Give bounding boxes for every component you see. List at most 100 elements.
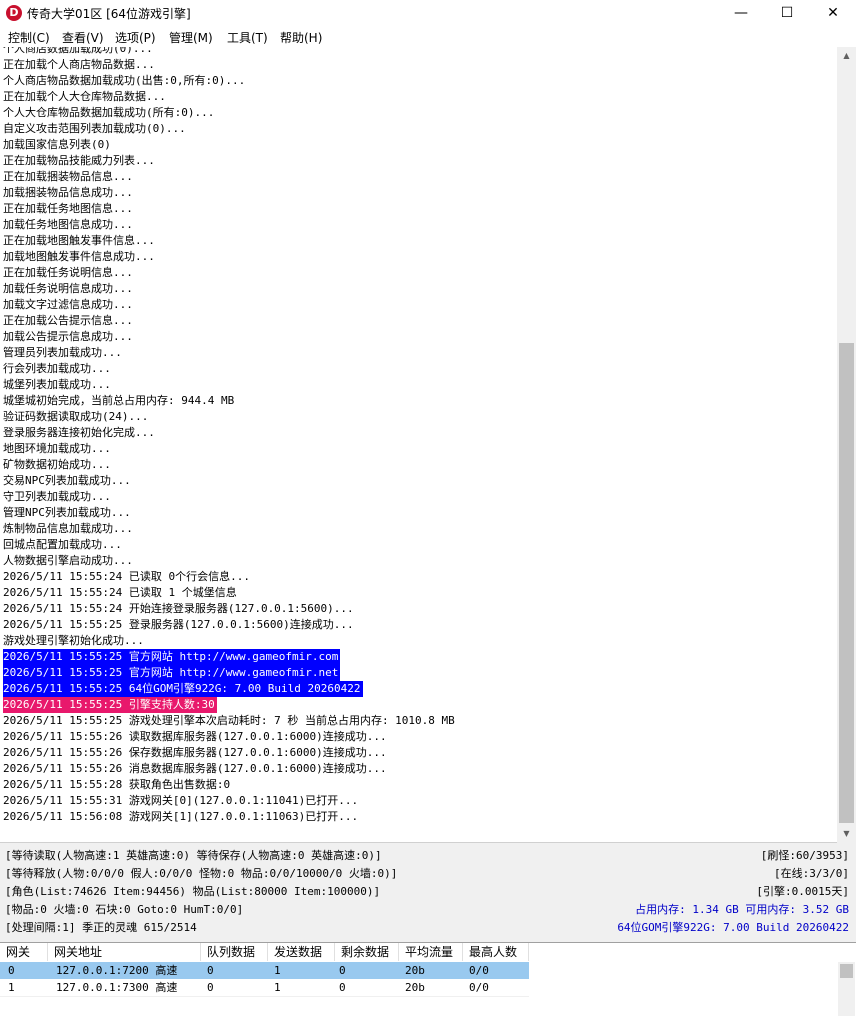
cell-address: 127.0.0.1:7300 高速 [56, 981, 178, 994]
log-line: 加载捆装物品信息成功... [3, 186, 133, 199]
status-panel: [等待读取(人物高速:1 英雄高速:0) 等待保存(人物高速:0 英雄高速:0)… [0, 845, 856, 940]
cell-queue: 0 [207, 964, 214, 977]
log-line: 管理NPC列表加载成功... [3, 506, 131, 519]
log-line: 地图环境加载成功... [3, 442, 111, 455]
log-line: 登录服务器连接初始化完成... [3, 426, 155, 439]
scroll-thumb[interactable] [839, 343, 854, 823]
window-title: 传奇大学01区 [64位游戏引擎] [27, 7, 191, 21]
menu-options[interactable]: 选项(P) [115, 29, 156, 46]
log-line: 2026/5/11 15:55:24 已读取 0个行会信息... [3, 570, 250, 583]
cell-gateway: 1 [8, 981, 15, 994]
log-line: 验证码数据读取成功(24)... [3, 410, 149, 423]
log-line: 自定义攻击范围列表加载成功(0)... [3, 122, 186, 135]
col-max-users[interactable]: 最高人数 [463, 943, 529, 961]
log-line: 2026/5/11 15:55:28 获取角色出售数据:0 [3, 778, 231, 791]
status-interval: [处理间隔:1] 季正的灵魂 615/2514 [5, 921, 197, 934]
menu-manage[interactable]: 管理(M) [169, 29, 213, 46]
log-line: 2026/5/11 15:55:26 消息数据库服务器(127.0.0.1:60… [3, 762, 387, 775]
menu-view[interactable]: 查看(V) [62, 29, 104, 46]
maximize-button[interactable]: ☐ [764, 0, 810, 27]
log-line: 2026/5/11 15:55:25 官方网站 http://www.gameo… [3, 649, 341, 665]
log-line: 正在加载公告提示信息... [3, 314, 133, 327]
log-line: 2026/5/11 15:55:26 保存数据库服务器(127.0.0.1:60… [3, 746, 387, 759]
gateway-table: 网关 网关地址 队列数据 发送数据 剩余数据 平均流量 最高人数 0 127.0… [0, 942, 856, 1018]
log-line: 2026/5/11 15:55:24 已读取 1 个城堡信息 [3, 586, 237, 599]
log-line: 加载地图触发事件信息成功... [3, 250, 155, 263]
log-line: 人物数据引擎启动成功... [3, 554, 133, 567]
col-avg-traffic[interactable]: 平均流量 [399, 943, 463, 961]
cell-remaining: 0 [339, 981, 346, 994]
cell-remaining: 0 [339, 964, 346, 977]
status-online: [在线:3/3/0] [774, 867, 849, 880]
scroll-up-icon[interactable]: ▲ [837, 47, 856, 64]
log-line: 矿物数据初始成功... [3, 458, 111, 471]
log-line: 炼制物品信息加载成功... [3, 522, 133, 535]
cell-avg-traffic: 20b [405, 964, 425, 977]
log-line: 回城点配置加载成功... [3, 538, 122, 551]
cell-max-users: 0/0 [469, 981, 489, 994]
log-line: 加载国家信息列表(0) [3, 138, 111, 151]
log-line: 正在加载任务地图信息... [3, 202, 133, 215]
minimize-button[interactable]: — [718, 0, 764, 27]
log-line: 城堡城初始完成，当前总占用内存: 944.4 MB [3, 394, 235, 407]
log-line: 正在加载地图触发事件信息... [3, 234, 155, 247]
log-line: 正在加载个人商店物品数据... [3, 58, 155, 71]
log-line: 加载任务说明信息成功... [3, 282, 133, 295]
log-line: 2026/5/11 15:55:24 开始连接登录服务器(127.0.0.1:5… [3, 602, 354, 615]
col-gateway[interactable]: 网关 [0, 943, 48, 961]
status-role-items: [角色(List:74626 Item:94456) 物品(List:80000… [5, 885, 381, 898]
log-line: 正在加载个人大仓库物品数据... [3, 90, 166, 103]
log-line: 2026/5/11 15:55:25 官方网站 http://www.gameo… [3, 665, 341, 681]
table-row[interactable]: 1 127.0.0.1:7300 高速 0 1 0 20b 0/0 [0, 979, 529, 996]
menu-help[interactable]: 帮助(H) [280, 29, 322, 46]
status-monster-refresh: [刷怪:60/3953] [760, 849, 849, 862]
log-line: 正在加载任务说明信息... [3, 266, 133, 279]
status-read-save: [等待读取(人物高速:1 英雄高速:0) 等待保存(人物高速:0 英雄高速:0)… [5, 849, 382, 862]
log-line: 管理员列表加载成功... [3, 346, 122, 359]
log-line: 2026/5/11 15:55:25 64位GOM引擎922G: 7.00 Bu… [3, 681, 363, 697]
log-line: 加载文字过滤信息成功... [3, 298, 133, 311]
close-button[interactable]: ✕ [810, 0, 856, 27]
log-line: 加载任务地图信息成功... [3, 218, 133, 231]
status-engine-version: 64位GOM引擎922G: 7.00 Build 20260422 [617, 921, 849, 934]
log-line: 城堡列表加载成功... [3, 378, 111, 391]
table-scroll-thumb[interactable] [840, 964, 853, 978]
cell-queue: 0 [207, 981, 214, 994]
status-release: [等待释放(人物:0/0/0 假人:0/0/0 怪物:0 物品:0/0/1000… [5, 867, 398, 880]
cell-avg-traffic: 20b [405, 981, 425, 994]
log-line: 守卫列表加载成功... [3, 490, 111, 503]
menu-bar: 控制(C) 查看(V) 选项(P) 管理(M) 工具(T) 帮助(H) [0, 27, 856, 47]
log-line: 个人商店数据加载成功(0)... [3, 47, 153, 55]
log-line: 正在加载捆装物品信息... [3, 170, 133, 183]
col-address[interactable]: 网关地址 [48, 943, 201, 961]
log-line: 正在加载物品技能威力列表... [3, 154, 155, 167]
log-line: 2026/5/11 15:55:26 读取数据库服务器(127.0.0.1:60… [3, 730, 387, 743]
log-line: 2026/5/11 15:55:31 游戏网关[0](127.0.0.1:110… [3, 794, 359, 807]
log-line: 个人大仓库物品数据加载成功(所有:0)... [3, 106, 215, 119]
table-row[interactable]: 0 127.0.0.1:7200 高速 0 1 0 20b 0/0 [0, 962, 529, 979]
title-bar: D 传奇大学01区 [64位游戏引擎] — ☐ ✕ [0, 0, 856, 27]
log-line: 行会列表加载成功... [3, 362, 111, 375]
menu-tools[interactable]: 工具(T) [227, 29, 268, 46]
log-line: 个人商店物品数据加载成功(出售:0,所有:0)... [3, 74, 246, 87]
row-divider [0, 996, 529, 997]
log-line: 游戏处理引擎初始化成功... [3, 634, 144, 647]
cell-sent: 1 [274, 981, 281, 994]
col-remaining[interactable]: 剩余数据 [335, 943, 399, 961]
log-line: 2026/5/11 15:55:25 游戏处理引擎本次启动耗时: 7 秒 当前总… [3, 714, 455, 727]
cell-sent: 1 [274, 964, 281, 977]
status-engine-uptime: [引擎:0.0015天] [756, 885, 849, 898]
log-scrollbar[interactable]: ▲ ▼ [837, 47, 856, 842]
cell-max-users: 0/0 [469, 964, 489, 977]
log-line: 2026/5/11 15:56:08 游戏网关[1](127.0.0.1:110… [3, 810, 359, 823]
log-line: 加载公告提示信息成功... [3, 330, 133, 343]
cell-gateway: 0 [8, 964, 15, 977]
scroll-down-icon[interactable]: ▼ [837, 825, 856, 842]
log-panel[interactable]: 个人商店数据加载成功(0)... 正在加载个人商店物品数据... 个人商店物品数据加… [0, 47, 837, 843]
col-sent[interactable]: 发送数据 [268, 943, 335, 961]
col-queue[interactable]: 队列数据 [201, 943, 268, 961]
log-line: 2026/5/11 15:55:25 登录服务器(127.0.0.1:5600)… [3, 618, 354, 631]
table-scrollbar[interactable] [838, 962, 855, 1016]
log-line: 2026/5/11 15:55:25 引擎支持人数:30 [3, 697, 217, 713]
menu-control[interactable]: 控制(C) [8, 29, 50, 46]
